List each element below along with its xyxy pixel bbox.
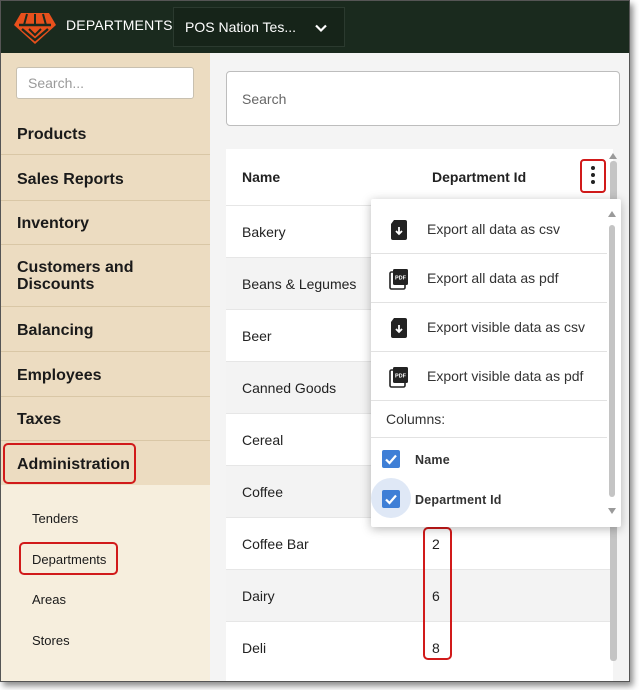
sidebar-item-label: Employees	[17, 367, 102, 384]
table-row[interactable]: Dairy 6	[226, 569, 613, 621]
kebab-dot	[591, 166, 595, 170]
cell-name: Deli	[242, 640, 267, 656]
sidebar-item-label: Inventory	[17, 215, 90, 232]
pdf-file-icon: PDF	[389, 367, 408, 388]
cell-name: Beer	[242, 328, 272, 344]
menu-item-label: Export visible data as pdf	[427, 368, 584, 384]
app-window: DEPARTMENTS POS Nation Tes... Products S…	[0, 0, 630, 682]
export-columns-menu: Export all data as csv PDF Export all da…	[371, 199, 621, 527]
svg-text:PDF: PDF	[395, 276, 407, 282]
sidebar-item-taxes[interactable]: Taxes	[1, 397, 210, 441]
kebab-dot	[591, 180, 595, 184]
cell-name: Beans & Legumes	[242, 276, 357, 292]
more-options-button[interactable]	[580, 159, 606, 193]
cell-name: Bakery	[242, 224, 286, 240]
columns-title: Columns:	[386, 411, 446, 427]
menu-scroll-down-icon[interactable]	[608, 508, 616, 514]
menu-item-label: Export all data as pdf	[427, 270, 559, 286]
column-toggle-department-id[interactable]: Department Id	[371, 478, 607, 520]
column-header-department-id[interactable]: Department Id	[432, 149, 526, 205]
csv-file-icon	[391, 220, 407, 240]
kebab-dot	[591, 173, 595, 177]
sidebar-item-employees[interactable]: Employees	[1, 352, 210, 397]
page-title: DEPARTMENTS	[66, 17, 173, 33]
scroll-up-arrow-icon[interactable]	[609, 153, 617, 159]
chevron-down-icon	[315, 24, 327, 33]
subnav-item-areas[interactable]: Areas	[32, 592, 66, 607]
menu-scrollbar[interactable]	[609, 225, 615, 497]
menu-item-export-all-pdf[interactable]: PDF Export all data as pdf	[371, 254, 607, 303]
sidebar: Products Sales Reports Inventory Custome…	[1, 53, 210, 681]
cell-name: Canned Goods	[242, 380, 337, 396]
sidebar-item-label: Taxes	[17, 411, 62, 428]
cell-name: Coffee	[242, 484, 283, 500]
administration-highlight	[3, 443, 136, 484]
checkbox-checked-icon[interactable]	[382, 450, 400, 468]
departments-highlight	[19, 542, 118, 575]
column-toggle-label: Name	[415, 453, 450, 467]
checkbox-checked-icon[interactable]	[382, 490, 400, 508]
sidebar-item-label: Balancing	[17, 322, 94, 339]
column-toggle-name[interactable]: Name	[371, 440, 607, 480]
store-selector[interactable]: POS Nation Tes...	[173, 7, 345, 47]
csv-file-icon	[391, 318, 407, 338]
cell-name: Dairy	[242, 588, 275, 604]
sidebar-item-customers-discounts[interactable]: Customers and Discounts	[1, 245, 210, 307]
store-name: POS Nation Tes...	[185, 19, 297, 35]
sidebar-item-products[interactable]: Products	[1, 113, 210, 155]
subnav-item-tenders[interactable]: Tenders	[32, 511, 78, 526]
cell-name: Cereal	[242, 432, 284, 448]
table-row[interactable]: Deli 8	[226, 621, 613, 673]
menu-item-export-visible-pdf[interactable]: PDF Export visible data as pdf	[371, 352, 607, 401]
subnav-item-stores[interactable]: Stores	[32, 633, 70, 648]
menu-item-export-visible-csv[interactable]: Export visible data as csv	[371, 303, 607, 352]
column-header-name[interactable]: Name	[242, 149, 280, 205]
pdf-file-icon: PDF	[389, 269, 408, 290]
department-id-highlight	[423, 527, 452, 660]
column-toggle-label: Department Id	[415, 493, 502, 507]
top-bar: DEPARTMENTS POS Nation Tes...	[1, 1, 629, 53]
cell-name: Coffee Bar	[242, 536, 309, 552]
sidebar-item-inventory[interactable]: Inventory	[1, 201, 210, 245]
search-input[interactable]	[226, 71, 620, 126]
sidebar-item-sales-reports[interactable]: Sales Reports	[1, 155, 210, 201]
menu-item-export-all-csv[interactable]: Export all data as csv	[371, 205, 607, 254]
menu-scroll-up-icon[interactable]	[608, 211, 616, 217]
menu-item-label: Export all data as csv	[427, 221, 561, 237]
sidebar-item-label: Customers and Discounts	[17, 259, 134, 293]
svg-text:PDF: PDF	[395, 374, 407, 380]
store-logo-icon[interactable]	[13, 9, 57, 45]
sidebar-item-label: Products	[17, 126, 87, 143]
divider	[371, 437, 607, 438]
sidebar-search-input[interactable]	[16, 67, 194, 99]
sidebar-item-label: Sales Reports	[17, 171, 124, 188]
sidebar-item-balancing[interactable]: Balancing	[1, 307, 210, 352]
administration-submenu: Tenders Departments Areas Stores	[1, 485, 210, 681]
menu-item-label: Export visible data as csv	[427, 319, 585, 335]
